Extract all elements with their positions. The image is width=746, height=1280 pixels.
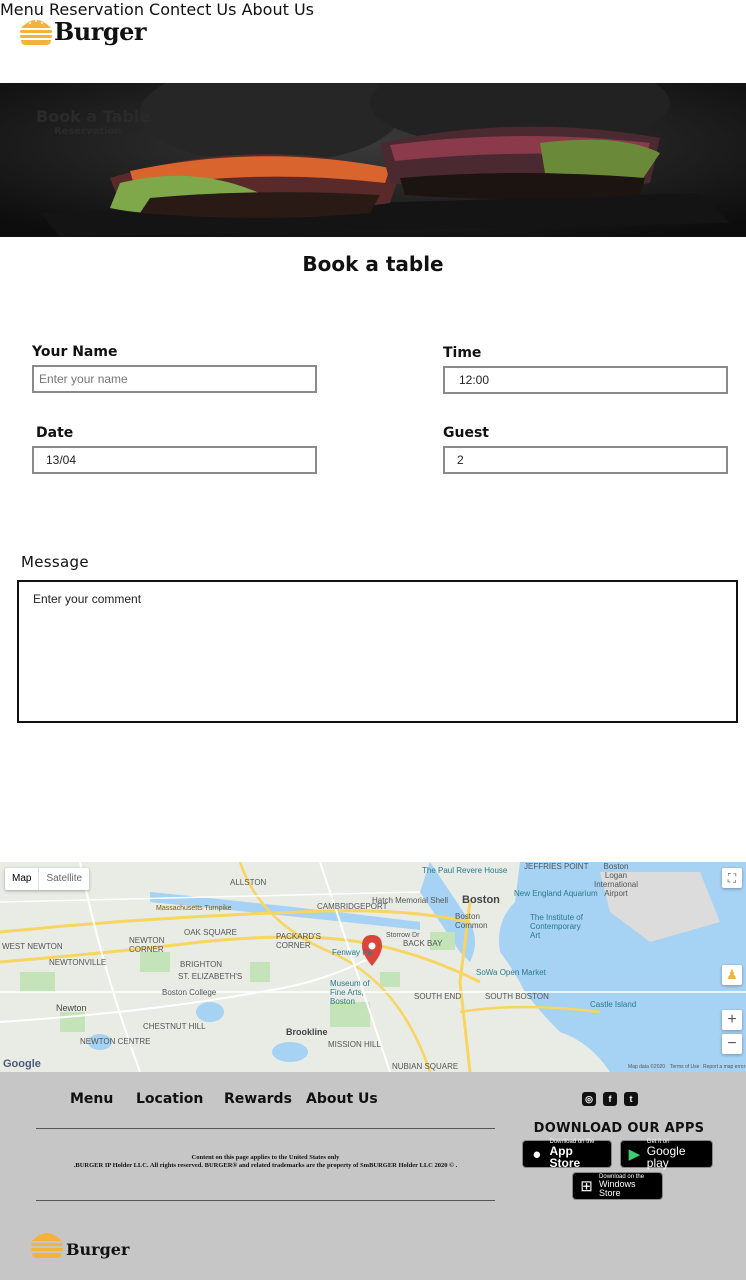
map-label-allston: ALLSTON bbox=[230, 878, 267, 887]
map-label-newton: Newton bbox=[56, 1003, 87, 1013]
google-logo: Google bbox=[3, 1058, 41, 1070]
street-view-icon[interactable]: ♟ bbox=[722, 965, 742, 985]
footer-note-line2: .BURGER IP Holder LLC. All rights reserv… bbox=[73, 1162, 458, 1169]
hero-banner: Book a Table Reservation bbox=[0, 83, 746, 237]
footer-link-location[interactable]: Location bbox=[136, 1091, 203, 1107]
hero-title: Book a Table bbox=[36, 107, 151, 126]
twitter-icon[interactable]: t bbox=[624, 1092, 638, 1106]
map-label-nubian: NUBIAN SQUARE bbox=[392, 1062, 459, 1071]
map-label-st-elizabeth: ST. ELIZABETH'S bbox=[178, 972, 243, 981]
map-label-newton-centre: NEWTON CENTRE bbox=[80, 1037, 151, 1046]
map-tab[interactable]: Map bbox=[5, 868, 38, 890]
map-label-common: Boston Common bbox=[455, 912, 488, 930]
instagram-icon[interactable]: ◎ bbox=[582, 1092, 596, 1106]
site-header: Burger Menu Reservation Contect Us About… bbox=[0, 0, 746, 83]
name-label: Your Name bbox=[32, 344, 118, 360]
map-label-jeffries: JEFFRIES POINT bbox=[524, 862, 589, 871]
burger-logo-icon bbox=[20, 20, 52, 45]
map-label-revere: The Paul Revere House bbox=[422, 866, 508, 875]
map-label-ica: The Institute of Contemporary Art bbox=[530, 913, 583, 940]
map-label-sowa: SoWa Open Market bbox=[476, 968, 546, 977]
hero-subtitle: Reservation bbox=[54, 126, 122, 137]
message-label: Message bbox=[21, 553, 89, 571]
map-label-back-bay: BACK BAY bbox=[403, 939, 443, 948]
google-play-icon: ▶ bbox=[628, 1146, 641, 1163]
apps-title: DOWNLOAD OUR APPS bbox=[533, 1121, 705, 1136]
footer-link-menu[interactable]: Menu bbox=[70, 1091, 113, 1107]
windows-icon: ⊞ bbox=[580, 1178, 593, 1195]
map-label-oak-square: OAK SQUARE bbox=[184, 928, 237, 937]
google-play-button[interactable]: ▶ Get it on Google play bbox=[620, 1139, 713, 1170]
map-label-storrow: Storrow Dr bbox=[386, 932, 420, 939]
footer-divider-top bbox=[36, 1128, 495, 1129]
zoom-out-icon[interactable]: − bbox=[722, 1034, 742, 1054]
fullscreen-icon[interactable]: ⛶ bbox=[722, 868, 742, 888]
guest-label: Guest bbox=[443, 425, 489, 441]
terms-link[interactable]: Terms of Use bbox=[670, 1064, 699, 1070]
map-label-packards: PACKARD'S CORNER bbox=[276, 932, 321, 950]
map-label-newtonville: NEWTONVILLE bbox=[49, 958, 107, 967]
page: Burger Menu Reservation Contect Us About… bbox=[0, 0, 746, 1280]
name-input[interactable] bbox=[32, 365, 317, 393]
date-input[interactable]: 13/04 bbox=[32, 446, 317, 474]
location-map[interactable]: Map Satellite Boston Hatch Memorial Shel… bbox=[0, 862, 746, 1072]
logo-text: Burger bbox=[54, 16, 147, 46]
map-label-south-end: SOUTH END bbox=[414, 992, 462, 1001]
map-label-brookline: Brookline bbox=[286, 1027, 328, 1037]
date-label: Date bbox=[36, 425, 74, 441]
map-label-aquarium: New England Aquarium bbox=[514, 889, 598, 898]
app-store-big: App Store bbox=[549, 1144, 581, 1170]
map-label-airport: Boston Logan International Airport bbox=[593, 862, 639, 898]
map-label-boston: Boston bbox=[462, 894, 500, 906]
map-data-text: Map data ©2020 bbox=[628, 1064, 666, 1070]
map-label-south-boston: SOUTH BOSTON bbox=[485, 992, 549, 1001]
burger-logo-icon bbox=[31, 1232, 63, 1258]
zoom-in-icon[interactable]: + bbox=[722, 1010, 742, 1030]
map-label-mfa: Museum of Fine Arts, Boston bbox=[330, 979, 370, 1006]
form-title: Book a table bbox=[302, 252, 444, 276]
footer-link-about[interactable]: About Us bbox=[306, 1091, 378, 1107]
map-label-cambridgeport: CAMBRIDGEPORT bbox=[317, 902, 388, 911]
map-label-mission-hill: MISSION HILL bbox=[328, 1040, 381, 1049]
footer-logo[interactable]: Burger bbox=[28, 1228, 129, 1259]
time-input[interactable]: 12:00 bbox=[443, 366, 728, 394]
apple-icon: ● bbox=[532, 1145, 542, 1163]
nav-about[interactable]: About Us bbox=[242, 0, 314, 19]
map-label-fenway: Fenway Pa bbox=[332, 948, 373, 957]
windows-store-button[interactable]: ⊞ Download on the Windows Store bbox=[572, 1172, 663, 1200]
map-label-newton-corner: NEWTON CORNER bbox=[129, 936, 165, 954]
footer-logo-text: Burger bbox=[66, 1240, 130, 1259]
google-play-big: Google play bbox=[646, 1144, 686, 1170]
header-logo[interactable]: Burger bbox=[18, 16, 147, 46]
app-store-button[interactable]: ● Download on the App Store bbox=[522, 1139, 612, 1170]
windows-big: Windows Store bbox=[599, 1179, 636, 1198]
site-footer: Menu Location Rewards About Us Content o… bbox=[0, 1072, 746, 1280]
satellite-tab[interactable]: Satellite bbox=[38, 868, 89, 890]
map-label-brighton: BRIGHTON bbox=[180, 960, 223, 969]
map-label-mass-pike: Massachusetts Turnpike bbox=[156, 905, 232, 912]
nav-contact[interactable]: Contect Us bbox=[149, 0, 236, 19]
footer-link-rewards[interactable]: Rewards bbox=[224, 1091, 292, 1107]
message-textarea[interactable]: Enter your comment bbox=[17, 580, 738, 723]
map-label-chestnut-hill: CHESTNUT HILL bbox=[143, 1022, 206, 1031]
map-type-toggle: Map Satellite bbox=[5, 868, 90, 890]
map-label-castle: Castle Island bbox=[590, 1000, 637, 1009]
map-label-bc: Boston College bbox=[162, 988, 217, 997]
report-error-link[interactable]: Report a map error bbox=[703, 1064, 745, 1070]
time-label: Time bbox=[443, 345, 482, 361]
guest-input[interactable]: 2 bbox=[443, 446, 728, 474]
facebook-icon[interactable]: f bbox=[603, 1092, 617, 1106]
footer-divider-bottom bbox=[36, 1200, 495, 1201]
map-label-west-newton: WEST NEWTON bbox=[2, 942, 63, 951]
footer-note-line1: Content on this page applies to the Unit… bbox=[191, 1154, 340, 1161]
